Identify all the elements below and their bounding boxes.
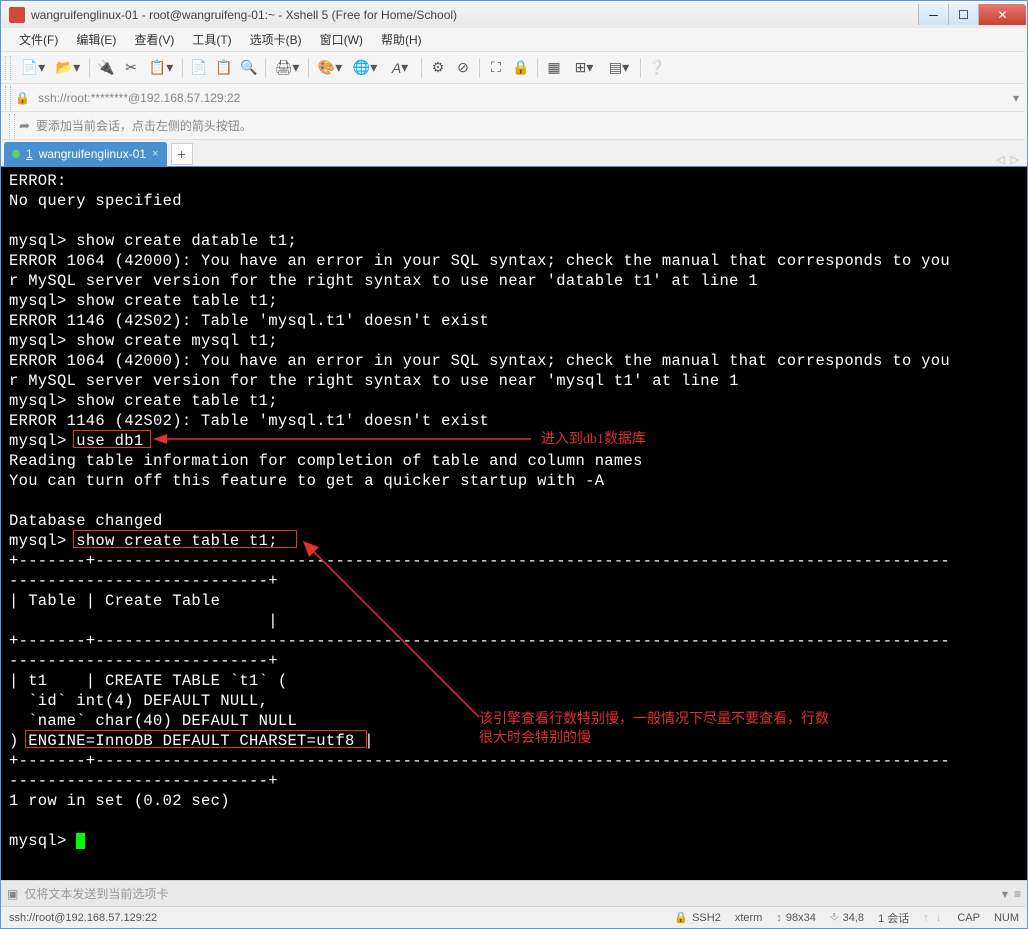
new-window-button[interactable]: ⊞▾ [567, 56, 601, 80]
separator [479, 58, 480, 78]
toolbar: 📄▾ 📂▾ 🔌 ✂ 📋▾ 📄 📋 🔍 🖨▾ 🎨▾ 🌐▾ A▾ ⚙ ⊘ ⛶ 🔒 ▦ [1, 52, 1027, 84]
tab-prev-icon[interactable]: ◁ [996, 153, 1004, 166]
lock-icon: 🔒 [674, 911, 688, 924]
help-button[interactable]: ❔ [645, 56, 669, 80]
tab-close-button[interactable]: × [152, 148, 158, 160]
separator [265, 58, 266, 78]
font-button[interactable]: A▾ [383, 56, 417, 80]
color-scheme-button[interactable]: 🎨▾ [313, 56, 347, 80]
toolbar-grip[interactable] [5, 56, 11, 80]
infobar: ➦ 要添加当前会话，点击左侧的箭头按钮。 [1, 112, 1027, 140]
tile-button[interactable]: ▤▾ [602, 56, 636, 80]
transfer-arrows-icon: ↑ ↓ [923, 912, 943, 924]
inputbar-lines-icon[interactable]: ≡ [1014, 887, 1021, 901]
window-controls: ─ ☐ ✕ [918, 4, 1026, 25]
terminal[interactable]: ERROR: No query specified mysql> show cr… [1, 167, 1027, 880]
session-tab[interactable]: 1 wangruifenglinux-01 × [4, 142, 167, 166]
menu-option[interactable]: 选项卡(B) [242, 28, 310, 51]
address-dropdown-icon[interactable]: ▾ [1013, 91, 1019, 105]
status-size: ↕98x34 [776, 912, 815, 924]
maximize-button[interactable]: ☐ [948, 4, 978, 25]
menu-file[interactable]: 文件(F) [11, 28, 66, 51]
cursor [76, 833, 85, 849]
status-dot-icon [12, 150, 20, 158]
open-button[interactable]: 📂▾ [51, 56, 85, 80]
separator [89, 58, 90, 78]
menubar: 文件(F) 编辑(E) 查看(V) 工具(T) 选项卡(B) 窗口(W) 帮助(… [1, 28, 1027, 52]
status-caps: CAP [957, 912, 980, 924]
terminal-output: ERROR: No query specified mysql> show cr… [1, 167, 1027, 855]
separator [421, 58, 422, 78]
fullscreen-button[interactable]: ⛶ [484, 56, 508, 80]
titlebar[interactable]: wangruifenglinux-01 - root@wangruifeng-0… [0, 0, 1028, 28]
inputbar-placeholder[interactable]: 仅将文本发送到当前选项卡 [24, 885, 996, 902]
minimize-button[interactable]: ─ [918, 4, 948, 25]
inputbar-dropdown-icon[interactable]: ▾ [1002, 887, 1008, 901]
separator [640, 58, 641, 78]
menu-tools[interactable]: 工具(T) [184, 28, 239, 51]
run-script-button[interactable]: ⚙ [426, 56, 450, 80]
content: 文件(F) 编辑(E) 查看(V) 工具(T) 选项卡(B) 窗口(W) 帮助(… [0, 28, 1028, 929]
tab-title: wangruifenglinux-01 [39, 147, 146, 161]
paste-button[interactable]: 📋 [212, 56, 236, 80]
encoding-button[interactable]: 🌐▾ [348, 56, 382, 80]
infobar-grip[interactable] [9, 114, 15, 138]
print-button[interactable]: 🖨▾ [270, 56, 304, 80]
size-icon: ↕ [776, 912, 782, 924]
arrow-icon[interactable]: ➦ [19, 118, 30, 134]
inputbar-icon: ▣ [7, 887, 18, 901]
app-icon [9, 7, 25, 23]
close-button[interactable]: ✕ [978, 4, 1026, 25]
address-text[interactable]: ssh://root:********@192.168.57.129:22 [38, 91, 240, 105]
status-term: xterm [735, 912, 763, 924]
status-sessions: 1 会话 [878, 910, 909, 926]
tab-nav: ◁ ▷ [996, 153, 1019, 166]
lock-button[interactable]: 🔒 [509, 56, 533, 80]
stop-script-button[interactable]: ⊘ [451, 56, 475, 80]
tab-next-icon[interactable]: ▷ [1011, 153, 1019, 166]
status-proto: 🔒SSH2 [674, 911, 720, 924]
inputbar: ▣ 仅将文本发送到当前选项卡 ▾ ≡ [1, 880, 1027, 906]
new-tab-button[interactable]: + [171, 143, 193, 165]
tab-num: 1 [26, 147, 33, 161]
menu-view[interactable]: 查看(V) [126, 28, 182, 51]
copy-button[interactable]: 📄 [187, 56, 211, 80]
find-button[interactable]: 🔍 [237, 56, 261, 80]
separator [537, 58, 538, 78]
reconnect-button[interactable]: 🔌 [94, 56, 118, 80]
separator [182, 58, 183, 78]
statusbar: ssh://root@192.168.57.129:22 🔒SSH2 xterm… [1, 906, 1027, 928]
status-connection: ssh://root@192.168.57.129:22 [9, 912, 660, 924]
infobar-text: 要添加当前会话，点击左侧的箭头按钮。 [36, 117, 252, 134]
addressbar-grip[interactable] [5, 86, 11, 110]
separator [308, 58, 309, 78]
menu-help[interactable]: 帮助(H) [373, 28, 430, 51]
properties-button[interactable]: 📋▾ [144, 56, 178, 80]
tabbar: 1 wangruifenglinux-01 × + ◁ ▷ [1, 140, 1027, 167]
status-position: ⎀34,8 [830, 911, 864, 924]
calculator-button[interactable]: ▦ [542, 56, 566, 80]
new-session-button[interactable]: 📄▾ [16, 56, 50, 80]
disconnect-button[interactable]: ✂ [119, 56, 143, 80]
menu-window[interactable]: 窗口(W) [312, 28, 371, 51]
window-title: wangruifenglinux-01 - root@wangruifeng-0… [31, 8, 918, 22]
menu-edit[interactable]: 编辑(E) [68, 28, 124, 51]
main-window: wangruifenglinux-01 - root@wangruifeng-0… [0, 0, 1028, 929]
addressbar: 🔒 ssh://root:********@192.168.57.129:22 … [1, 84, 1027, 112]
pos-icon: ⎀ [830, 911, 839, 924]
status-num: NUM [994, 912, 1019, 924]
lock-icon: 🔒 [15, 91, 30, 105]
